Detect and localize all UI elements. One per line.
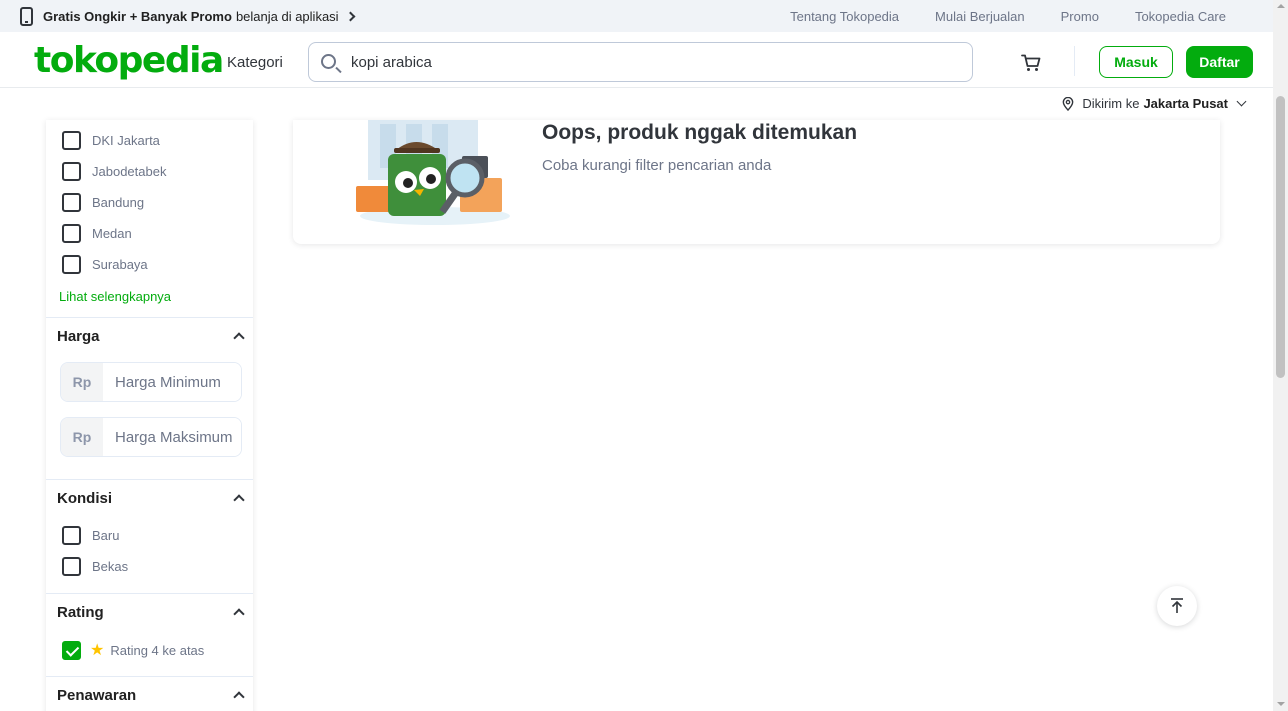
checkbox[interactable] [62,557,81,576]
checkbox-label: Rating 4 ke atas [110,642,205,658]
chevron-up-icon[interactable] [233,608,245,620]
section-divider [46,479,253,480]
location-prefix: Dikirim ke [1082,96,1140,111]
star-icon: ★ [90,642,105,659]
promo-bold-text: Gratis Ongkir + Banyak Promo [43,8,232,24]
price-min-field[interactable]: Rp [60,362,242,402]
checkbox-label: Bekas [92,559,129,574]
scroll-down-arrow-icon[interactable] [1277,702,1285,706]
filter-location-bandung[interactable]: Bandung [62,193,144,212]
location-pin-icon [1063,96,1074,111]
checkbox[interactable] [62,131,81,150]
section-title-rating[interactable]: Rating [57,604,104,621]
empty-state-title: Oops, produk nggak ditemukan [542,121,858,144]
checkbox[interactable] [62,526,81,545]
tokopedia-logo[interactable]: tokopedia [34,41,224,81]
delivery-location[interactable]: Dikirim ke Jakarta Pusat [1062,96,1247,111]
promo-bar: Gratis Ongkir + Banyak Promo belanja di … [0,0,1273,32]
price-min-input[interactable] [103,363,241,401]
back-to-top-button[interactable] [1157,586,1197,626]
kategori-menu[interactable]: Kategori [227,54,283,71]
chevron-up-icon[interactable] [233,494,245,506]
see-more-link[interactable]: Lihat selengkapnya [59,289,171,304]
checkbox-label: Jabodetabek [92,164,167,179]
checkbox-label: Bandung [92,195,145,210]
filter-location-jabodetabek[interactable]: Jabodetabek [62,162,166,181]
phone-icon [20,6,33,26]
link-tentang-tokopedia[interactable]: Tentang Tokopedia [790,9,899,24]
scroll-up-arrow-icon[interactable] [1277,4,1285,8]
section-divider [46,676,253,677]
filter-condition-baru[interactable]: Baru [62,526,119,545]
filter-rating-4-up[interactable]: ★ Rating 4 ke atas [62,640,204,660]
scroll-thumb[interactable] [1276,96,1285,378]
section-divider [46,317,253,318]
link-mulai-berjualan[interactable]: Mulai Berjualan [935,9,1025,24]
checkbox[interactable] [62,193,81,212]
checkbox[interactable] [62,224,81,243]
register-button[interactable]: Daftar [1186,46,1253,78]
chevron-right-icon [345,11,356,21]
checkbox-label: Medan [92,226,132,241]
section-title-kondisi[interactable]: Kondisi [57,490,112,507]
checkbox-label: Surabaya [92,257,148,272]
chevron-down-icon [1236,96,1247,107]
cart-icon[interactable] [1021,54,1041,72]
search-icon [321,54,336,69]
filter-location-surabaya[interactable]: Surabaya [62,255,148,274]
login-button[interactable]: Masuk [1099,46,1173,78]
checkbox-label: Baru [92,528,120,543]
checkbox[interactable] [62,255,81,274]
promo-rest-text: belanja di aplikasi [235,8,339,24]
price-max-field[interactable]: Rp [60,417,242,457]
link-tokopedia-care[interactable]: Tokopedia Care [1135,9,1226,24]
checkbox-checked[interactable] [62,640,81,660]
main-header: tokopedia Kategori Masuk Daftar [0,32,1273,88]
checkbox-label: DKI Jakarta [92,133,160,148]
chevron-up-icon[interactable] [233,691,245,703]
app-promo-link[interactable]: Gratis Ongkir + Banyak Promo belanja di … [20,6,356,26]
owl-detective-illustration [356,120,510,225]
location-city: Jakarta Pusat [1143,96,1228,111]
section-title-harga[interactable]: Harga [57,328,100,345]
page-scrollbar[interactable] [1273,0,1288,711]
arrow-up-icon [1171,598,1183,613]
currency-prefix: Rp [61,418,103,456]
filter-condition-bekas[interactable]: Bekas [62,557,128,576]
search-bar[interactable] [308,42,973,82]
section-divider [46,593,253,594]
chevron-up-icon[interactable] [233,332,245,344]
currency-prefix: Rp [61,363,103,401]
top-links: Tentang Tokopedia Mulai Berjualan Promo … [754,9,1226,24]
empty-state-subtitle: Coba kurangi filter pencarian anda [542,157,772,174]
filter-location-dki-jakarta[interactable]: DKI Jakarta [62,131,160,150]
search-input[interactable] [351,51,951,73]
checkbox[interactable] [62,162,81,181]
header-divider [1074,46,1075,76]
section-title-penawaran[interactable]: Penawaran [57,687,136,704]
link-promo[interactable]: Promo [1061,9,1099,24]
filter-sidebar: DKI Jakarta Jabodetabek Bandung Medan Su… [46,120,253,711]
filter-location-medan[interactable]: Medan [62,224,132,243]
price-max-input[interactable] [103,418,241,456]
